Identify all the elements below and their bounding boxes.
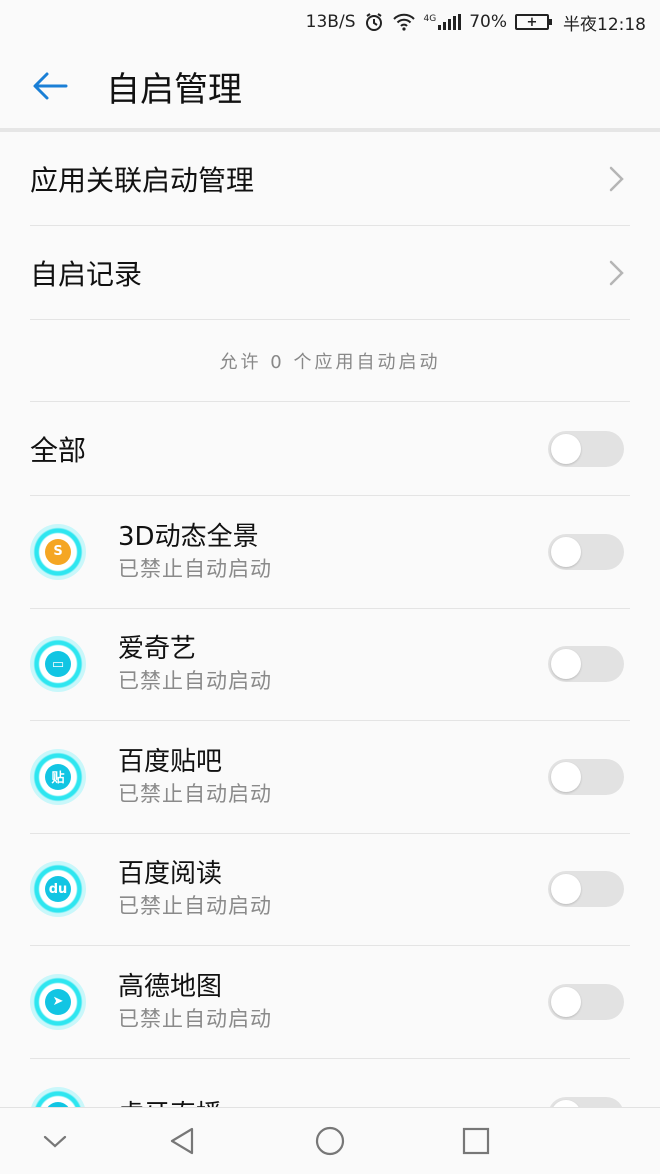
app-status: 已禁止自动启动 — [118, 894, 272, 919]
all-apps-label: 全部 — [30, 433, 87, 467]
app-row: 贴 百度贴吧 已禁止自动启动 — [30, 721, 630, 834]
app-name: 高德地图 — [118, 971, 223, 1002]
app-icon-glyph: ➤ — [45, 988, 71, 1015]
page-title: 自启管理 — [106, 69, 242, 110]
associated-launch-row[interactable]: 应用关联启动管理 — [30, 132, 630, 226]
back-triangle-icon — [170, 1127, 194, 1155]
back-button[interactable] — [0, 44, 100, 128]
net-type: 4G — [423, 14, 437, 24]
app-status: 已禁止自动启动 — [118, 1006, 272, 1031]
app-icon: ➤ — [30, 973, 86, 1030]
toggle-knob — [551, 986, 581, 1017]
app-toggle[interactable] — [548, 758, 624, 795]
app-icon: 贴 — [30, 748, 86, 805]
app-icon-glyph: du — [45, 876, 71, 903]
app-icon: du — [30, 861, 86, 918]
signal-icon: 4G — [424, 14, 462, 30]
nav-home-button[interactable] — [300, 1108, 360, 1174]
back-arrow-icon — [33, 72, 68, 100]
app-row: ➤ 高德地图 已禁止自动启动 — [30, 946, 630, 1059]
app-icon: S — [30, 523, 86, 580]
toggle-knob — [551, 433, 581, 464]
toggle-knob — [551, 536, 581, 567]
launch-records-label: 自启记录 — [30, 257, 143, 291]
settings-list: 应用关联启动管理 自启记录 允许 0 个应用自动启动 全部 S 3D动态全景 已… — [0, 132, 660, 1171]
app-row: du 百度阅读 已禁止自动启动 — [30, 834, 630, 946]
wifi-icon — [392, 13, 416, 31]
app-toggle[interactable] — [548, 983, 624, 1020]
app-icon-glyph: S — [45, 538, 71, 565]
toggle-knob — [551, 649, 581, 680]
system-nav-bar — [0, 1107, 660, 1173]
status-bar: 13B/S 4G 70% + 半夜12:18 — [0, 0, 660, 44]
app-icon-glyph: 贴 — [45, 763, 71, 790]
all-apps-row: 全部 — [30, 402, 630, 496]
app-toggle[interactable] — [548, 533, 624, 570]
battery-percent: 70% — [469, 12, 507, 32]
collapse-button[interactable] — [25, 1108, 85, 1174]
launch-records-row[interactable]: 自启记录 — [30, 226, 630, 320]
alarm-icon — [364, 12, 384, 32]
nav-recents-button[interactable] — [446, 1108, 506, 1174]
toggle-knob — [551, 874, 581, 905]
app-status: 已禁止自动启动 — [118, 556, 272, 581]
app-row: S 3D动态全景 已禁止自动启动 — [30, 496, 630, 609]
app-name: 爱奇艺 — [118, 634, 197, 665]
allowed-summary: 允许 0 个应用自动启动 — [30, 320, 630, 402]
associated-launch-label: 应用关联启动管理 — [30, 163, 255, 197]
app-icon-glyph: ▭ — [45, 651, 71, 678]
nav-back-button[interactable] — [152, 1108, 212, 1174]
recents-square-icon — [462, 1127, 490, 1155]
chevron-right-icon — [609, 166, 624, 191]
app-name: 3D动态全景 — [118, 521, 259, 552]
clock: 半夜12:18 — [563, 14, 646, 35]
app-icon: ▭ — [30, 636, 86, 693]
home-circle-icon — [315, 1126, 345, 1156]
collapse-chevron-icon — [43, 1135, 67, 1148]
app-name: 百度阅读 — [118, 859, 223, 890]
toggle-knob — [551, 761, 581, 792]
app-toggle[interactable] — [548, 646, 624, 683]
all-apps-toggle[interactable] — [548, 430, 624, 467]
app-name: 百度贴吧 — [118, 746, 223, 777]
app-status: 已禁止自动启动 — [118, 781, 272, 806]
app-bar: 自启管理 — [0, 44, 660, 128]
battery-icon: + — [515, 14, 552, 30]
net-speed: 13B/S — [305, 12, 356, 32]
app-status: 已禁止自动启动 — [118, 669, 272, 694]
app-toggle[interactable] — [548, 871, 624, 908]
chevron-right-icon — [609, 260, 624, 285]
app-row: ▭ 爱奇艺 已禁止自动启动 — [30, 609, 630, 721]
